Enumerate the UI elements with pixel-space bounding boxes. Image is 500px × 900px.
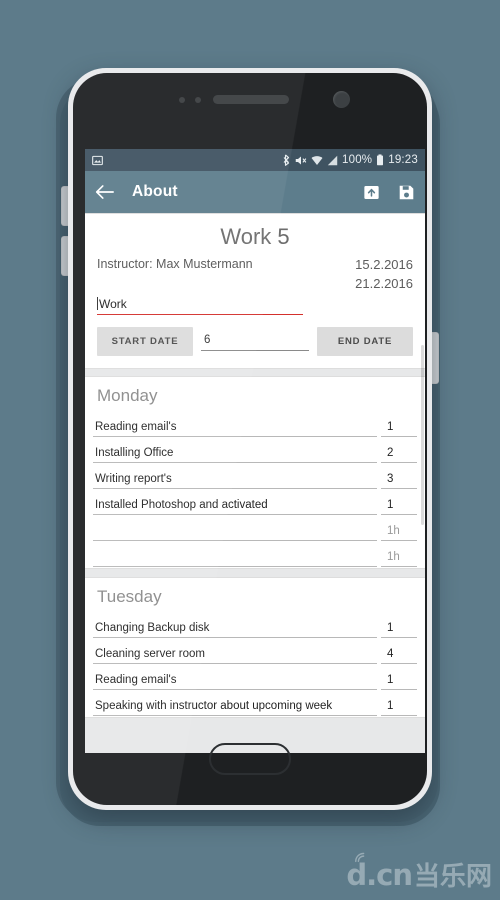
task-hours-input[interactable]: 1: [381, 613, 417, 638]
signal-wave-icon: [355, 852, 365, 863]
task-hours-input[interactable]: 1h: [381, 542, 417, 567]
task-row: 1h: [85, 542, 425, 567]
work-title: Work 5: [220, 224, 290, 249]
wifi-icon: [311, 155, 323, 166]
task-row: Cleaning server room 4: [85, 639, 425, 664]
task-hours-input[interactable]: 3: [381, 464, 417, 489]
task-name-input[interactable]: Cleaning server room: [93, 639, 377, 664]
site-watermark: d.cn 当乐网: [346, 852, 492, 892]
task-row: Speaking with instructor about upcoming …: [85, 691, 425, 716]
phone-screen: 100% 19:23 About Work 5 Instructor: Max …: [85, 149, 425, 753]
task-name-input[interactable]: [93, 518, 377, 541]
clock-label: 19:23: [388, 154, 418, 166]
start-date-value: 15.2.2016: [355, 257, 413, 272]
battery-percent-label: 100%: [342, 154, 373, 166]
phone-device: 100% 19:23 About Work 5 Instructor: Max …: [68, 68, 432, 810]
hours-number-field[interactable]: 6: [201, 332, 309, 351]
day-title: Monday: [97, 385, 158, 405]
end-date-value: 21.2.2016: [355, 275, 413, 291]
volume-muted-icon: [295, 155, 307, 166]
work-name-input[interactable]: Work: [97, 296, 303, 315]
task-row: Installed Photoshop and activated 1: [85, 490, 425, 515]
top-bezel: [73, 73, 427, 127]
end-date-button[interactable]: END DATE: [317, 326, 413, 356]
task-row: Installing Office 2: [85, 438, 425, 463]
back-arrow-icon[interactable]: [95, 184, 114, 200]
task-name-input[interactable]: Writing report's: [93, 464, 377, 489]
task-name-input[interactable]: Reading email's: [93, 665, 377, 690]
work-header-card: Work 5 Instructor: Max Mustermann 15.2.2…: [85, 213, 425, 369]
screenshot-image-icon: [92, 155, 103, 166]
status-bar: 100% 19:23: [85, 149, 425, 171]
task-name-input[interactable]: Changing Backup disk: [93, 613, 377, 638]
task-name-input[interactable]: Installing Office: [93, 438, 377, 463]
task-name-input[interactable]: Speaking with instructor about upcoming …: [93, 691, 377, 716]
task-name-input[interactable]: Installed Photoshop and activated: [93, 490, 377, 515]
page-title: About: [132, 183, 178, 200]
task-row: Writing report's 3: [85, 464, 425, 489]
task-row: Reading email's 1: [85, 412, 425, 437]
task-hours-input[interactable]: 1: [381, 691, 417, 716]
day-card: Tuesday Changing Backup disk 1 Cleaning ser…: [85, 576, 425, 718]
start-date-button[interactable]: START DATE: [97, 326, 193, 356]
day-title: Tuesday: [97, 586, 162, 606]
instructor-label: Instructor: Max Mustermann: [97, 257, 253, 271]
date-button-row: START DATE 6 END DATE: [97, 326, 413, 356]
task-hours-input[interactable]: 1h: [381, 516, 417, 541]
task-hours-input[interactable]: 2: [381, 438, 417, 463]
phone-bezel: 100% 19:23 About Work 5 Instructor: Max …: [73, 73, 427, 805]
watermark-chinese: 当乐网: [413, 862, 492, 892]
task-row: 1h: [85, 516, 425, 541]
work-name-field[interactable]: Work: [97, 296, 303, 315]
task-row: Changing Backup disk 1: [85, 613, 425, 638]
vertical-scrollbar[interactable]: [421, 345, 424, 525]
day-card: Monday Reading email's 1 Installing Office 2…: [85, 375, 425, 569]
scroll-content[interactable]: Work 5 Instructor: Max Mustermann 15.2.2…: [85, 213, 425, 753]
task-name-input[interactable]: [93, 544, 377, 567]
front-camera: [333, 91, 350, 108]
task-hours-input[interactable]: 1: [381, 665, 417, 690]
earpiece-speaker: [213, 95, 289, 104]
task-hours-input[interactable]: 4: [381, 639, 417, 664]
save-floppy-icon[interactable]: [398, 184, 415, 201]
hours-number-input[interactable]: 6: [201, 332, 309, 351]
proximity-sensor-icon: [179, 97, 185, 103]
home-button[interactable]: [209, 743, 291, 775]
light-sensor-icon: [195, 97, 201, 103]
export-upload-icon[interactable]: [363, 184, 380, 201]
cellular-signal-icon: [327, 155, 338, 166]
task-hours-input[interactable]: 1: [381, 490, 417, 515]
bluetooth-icon: [283, 154, 291, 166]
watermark-latin: d.cn: [346, 858, 413, 892]
battery-full-icon: [376, 154, 384, 166]
text-caret: [97, 296, 98, 310]
date-range: 15.2.2016 21.2.2016: [355, 256, 413, 294]
task-row: Reading email's 1: [85, 665, 425, 690]
app-bar: About: [85, 171, 425, 213]
power-button[interactable]: [431, 332, 439, 384]
task-name-input[interactable]: Reading email's: [93, 412, 377, 437]
day-card-list: Monday Reading email's 1 Installing Office 2…: [85, 375, 425, 718]
task-hours-input[interactable]: 1: [381, 412, 417, 437]
